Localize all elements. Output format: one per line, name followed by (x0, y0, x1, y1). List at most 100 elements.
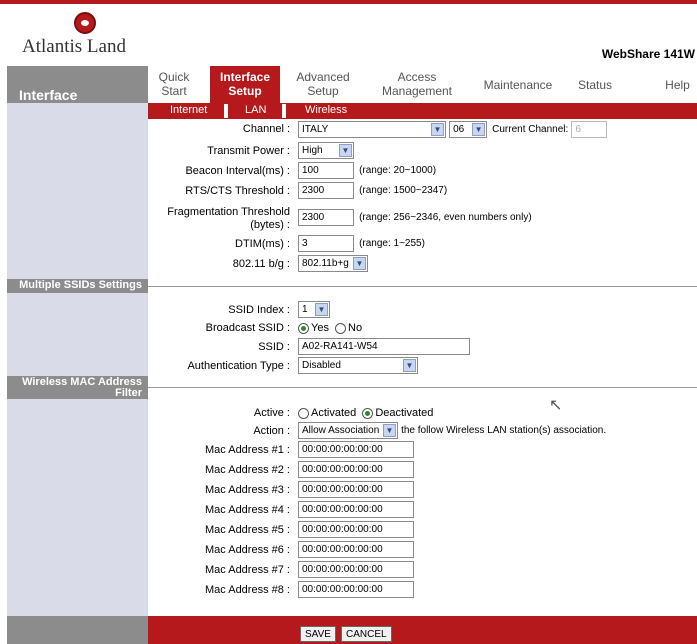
dtim-hint: (range: 1~255) (359, 238, 425, 249)
mac-row: Mac Address #1 : 00:00:00:00:00:00 (148, 440, 697, 460)
ssid-index-controls: 1 ▼ (298, 301, 330, 318)
footer-sidebar (7, 616, 148, 644)
action-row: Action : Allow Association ▼ the follow W… (148, 421, 697, 441)
beacon-input[interactable]: 100 (298, 162, 354, 179)
mac-label: Mac Address #5 : (205, 524, 290, 536)
mac-controls: 00:00:00:00:00:00 (298, 521, 414, 538)
rts-controls: 2300 (range: 1500~2347) (298, 182, 447, 199)
channel-label: Channel : (242, 123, 290, 135)
beacon-row: Beacon Interval(ms) : 100 (range: 20~100… (148, 161, 697, 181)
mac-label: Mac Address #2 : (205, 464, 290, 476)
ssid-index-value: 1 (302, 304, 308, 315)
menu-label: Maintenance (483, 78, 553, 92)
frag-label: Fragmentation Threshold (bytes) : (167, 206, 290, 231)
menu-label: Status (577, 78, 613, 92)
menu-quick-start[interactable]: Quick Start (148, 66, 200, 103)
mac-row: Mac Address #3 : 00:00:00:00:00:00 (148, 480, 697, 500)
mac-input[interactable]: 00:00:00:00:00:00 (298, 561, 414, 578)
menu-label: Help (665, 78, 690, 92)
mac-input[interactable]: 00:00:00:00:00:00 (298, 521, 414, 538)
menu-access-management[interactable]: Access Management (370, 66, 464, 103)
divider (148, 387, 697, 388)
mac-row: Mac Address #4 : 00:00:00:00:00:00 (148, 500, 697, 520)
logo-text: Atlantis Land (22, 36, 126, 57)
broadcast-controls: Yes No (298, 322, 362, 334)
mac-input[interactable]: 00:00:00:00:00:00 (298, 581, 414, 598)
logo-icon (74, 12, 96, 34)
mac-controls: 00:00:00:00:00:00 (298, 461, 414, 478)
tx-power-label: Transmit Power : (207, 145, 290, 157)
ssid-index-row: SSID Index : 1 ▼ (148, 300, 697, 320)
menu-help[interactable]: Help (658, 66, 697, 103)
mac-label: Mac Address #3 : (205, 484, 290, 496)
mode-select[interactable]: 802.11b+g ▼ (298, 255, 368, 272)
rts-row: RTS/CTS Threshold : 2300 (range: 1500~23… (148, 181, 697, 201)
chevron-down-icon: ▼ (315, 303, 328, 316)
chevron-down-icon: ▼ (472, 123, 486, 136)
mac-input[interactable]: 00:00:00:00:00:00 (298, 541, 414, 558)
menu-label: Quick Start (158, 70, 190, 98)
save-button[interactable]: SAVE (300, 626, 336, 642)
dtim-input[interactable]: 3 (298, 235, 354, 252)
broadcast-no-radio[interactable] (335, 322, 347, 334)
broadcast-row: Broadcast SSID : Yes No (148, 318, 697, 338)
ssid-index-label: SSID Index : (228, 304, 290, 316)
mode-label: 802.11 b/g : (232, 258, 290, 270)
activated-label: Activated (311, 407, 357, 419)
frag-input[interactable]: 2300 (298, 209, 354, 226)
activated-radio[interactable] (298, 407, 309, 419)
tx-power-row: Transmit Power : High ▼ (148, 141, 697, 161)
action-controls: Allow Association ▼ the follow Wireless L… (298, 422, 606, 439)
mac-input[interactable]: 00:00:00:00:00:00 (298, 441, 414, 458)
menu-maintenance[interactable]: Maintenance (473, 66, 563, 103)
divider (148, 286, 697, 287)
sidebar-title: Interface (7, 66, 148, 103)
tx-power-select[interactable]: High ▼ (298, 142, 354, 159)
menu-status[interactable]: Status (568, 66, 622, 103)
frag-label-line2: (bytes) (250, 219, 284, 231)
auth-row: Authentication Type : Disabled ▼ (148, 356, 697, 376)
mode-controls: 802.11b+g ▼ (298, 255, 368, 272)
channel-country-select[interactable]: ITALY ▼ (298, 121, 446, 138)
frag-hint: (range: 256~2346, even numbers only) (359, 212, 532, 223)
sidebar-panel (7, 119, 148, 616)
footer-bar (148, 616, 697, 644)
mac-controls: 00:00:00:00:00:00 (298, 441, 414, 458)
mac-input[interactable]: 00:00:00:00:00:00 (298, 461, 414, 478)
mac-input[interactable]: 00:00:00:00:00:00 (298, 501, 414, 518)
yes-label: Yes (311, 322, 329, 334)
cancel-button[interactable]: CANCEL (341, 626, 392, 642)
menu-interface-setup[interactable]: Interface Setup (210, 66, 280, 103)
frag-row: Fragmentation Threshold (bytes) : 2300 (… (148, 204, 697, 234)
brand-logo: Atlantis Land (22, 12, 152, 58)
chevron-down-icon: ▼ (353, 257, 366, 270)
auth-select[interactable]: Disabled ▼ (298, 357, 418, 374)
broadcast-yes-radio[interactable] (298, 322, 309, 334)
deactivated-radio[interactable] (362, 407, 374, 419)
mac-row: Mac Address #5 : 00:00:00:00:00:00 (148, 520, 697, 540)
active-controls: Activated Deactivated (298, 407, 433, 419)
mode-value: 802.11b+g (302, 258, 349, 269)
menu-advanced-setup[interactable]: Advanced Setup (290, 66, 356, 103)
ssid-index-select[interactable]: 1 ▼ (298, 301, 330, 318)
rts-input[interactable]: 2300 (298, 182, 354, 199)
ssid-input[interactable]: A02-RA141-W54 (298, 338, 470, 355)
mac-controls: 00:00:00:00:00:00 (298, 481, 414, 498)
ssid-label: SSID : (258, 341, 290, 353)
menu-label: Access Management (381, 70, 453, 98)
mouse-cursor-icon: ↖ (549, 397, 563, 414)
action-select[interactable]: Allow Association ▼ (298, 422, 398, 439)
ssid-row: SSID : A02-RA141-W54 (148, 337, 697, 357)
auth-label: Authentication Type : (187, 360, 290, 372)
mac-controls: 00:00:00:00:00:00 (298, 541, 414, 558)
ssid-section-title: Multiple SSIDs Settings (7, 279, 148, 293)
mac-row: Mac Address #6 : 00:00:00:00:00:00 (148, 540, 697, 560)
action-value: Allow Association (302, 425, 380, 436)
action-suffix: the follow Wireless LAN station(s) assoc… (401, 425, 607, 436)
mac-controls: 00:00:00:00:00:00 (298, 561, 414, 578)
mac-input[interactable]: 00:00:00:00:00:00 (298, 481, 414, 498)
menu-label: Advanced Setup (296, 70, 350, 98)
mac-label: Mac Address #6 : (205, 544, 290, 556)
mac-label: Mac Address #7 : (205, 564, 290, 576)
channel-number-select[interactable]: 06 ▼ (449, 121, 488, 138)
